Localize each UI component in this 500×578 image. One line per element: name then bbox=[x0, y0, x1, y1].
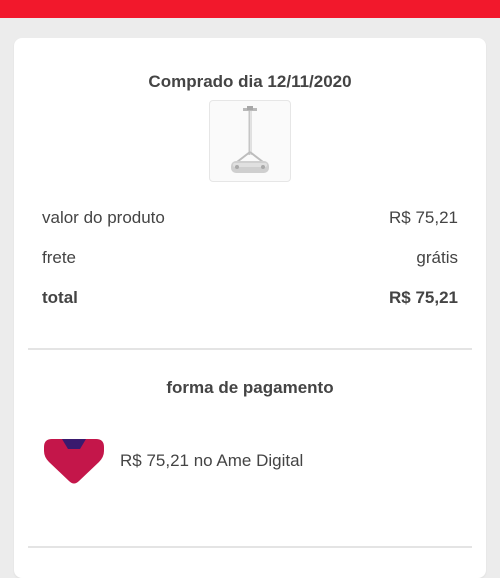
total-amount: R$ 75,21 bbox=[389, 288, 458, 307]
order-details-card: Comprado dia 12/11/2020 valor do produto… bbox=[14, 38, 486, 578]
shipping-value: grátis bbox=[416, 248, 458, 267]
total-row: total R$ 75,21 bbox=[42, 286, 458, 310]
top-bar bbox=[0, 0, 500, 18]
product-value-row: valor do produto R$ 75,21 bbox=[42, 206, 458, 230]
ame-digital-logo-icon bbox=[44, 439, 104, 484]
total-label: total bbox=[42, 288, 78, 307]
product-value-label: valor do produto bbox=[42, 208, 165, 227]
payment-method-text: R$ 75,21 no Ame Digital bbox=[120, 451, 304, 470]
product-image[interactable] bbox=[209, 100, 291, 182]
shipping-row: frete grátis bbox=[42, 246, 458, 270]
section-divider-bottom bbox=[28, 546, 472, 548]
payment-method-title: forma de pagamento bbox=[166, 378, 334, 397]
product-value-amount: R$ 75,21 bbox=[389, 208, 458, 227]
shipping-label: frete bbox=[42, 248, 77, 267]
section-divider bbox=[28, 348, 472, 350]
payment-method-row: R$ 75,21 no Ame Digital bbox=[42, 434, 303, 488]
ceiling-projector-mount-icon bbox=[231, 106, 269, 173]
purchase-date: Comprado dia 12/11/2020 bbox=[148, 72, 352, 91]
